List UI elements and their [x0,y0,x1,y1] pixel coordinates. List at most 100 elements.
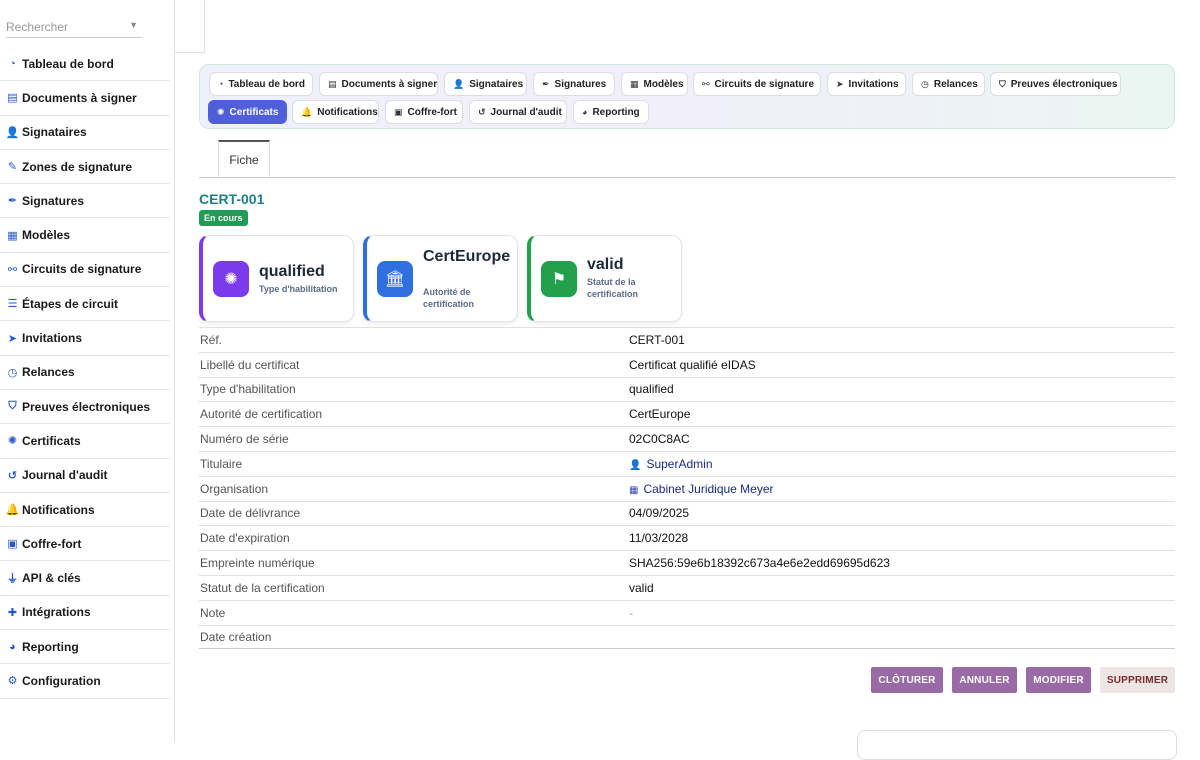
sidebar-item-label: Documents à signer [22,90,137,105]
tab-fiche[interactable]: Fiche [218,140,270,178]
edit-button-label: MODIFIER [1033,674,1084,686]
pen-icon: ✎ [7,161,18,174]
sidebar-item-signataires[interactable]: 👤 Signataires [0,116,170,150]
tab-label: Invitations [848,78,899,90]
sidebar-item-reporting[interactable]: ◕ Reporting [0,630,170,665]
dashboard-icon: ◔ [218,79,224,89]
sidebar-item-label: Journal d'audit [22,468,108,483]
table-row: Date de délivrance 04/09/2025 [199,500,1175,526]
sidebar-item-intégrations[interactable]: ✚ Intégrations [0,596,170,631]
header-corner [175,0,205,53]
sidebar-item-notifications[interactable]: 🔔 Notifications [0,493,170,528]
sidebar-item-zones-de-signature[interactable]: ✎ Zones de signature [0,150,170,185]
tab-reporting[interactable]: ◕ Reporting [573,100,649,124]
tab-label: Relances [933,78,978,90]
sidebar-item-label: Modèles [22,228,71,243]
sidebar-item-coffre-fort[interactable]: ▣ Coffre-fort [0,527,170,562]
plug-icon: ⏚ [7,573,18,586]
tab-circuits-de-signature[interactable]: ⚯ Circuits de signature [693,72,821,96]
tab-invitations[interactable]: ➤ Invitations [827,72,906,96]
tab-journal-d-audit[interactable]: ↺ Journal d'audit [469,100,567,124]
workflow-icon: ⚯ [702,78,710,89]
status-badge: En cours [199,210,248,226]
sidebar-item-journal-d-audit[interactable]: ↺ Journal d'audit [0,459,170,493]
tab-tableau-de-bord[interactable]: ◔ Tableau de bord [209,72,313,96]
tab-certificats[interactable]: ✺ Certificats [208,100,287,124]
field-value: - [629,605,633,620]
institution-icon: 🏛 [377,261,413,297]
gear-icon: ⚙ [7,675,18,688]
tab-label: Reporting [592,106,640,118]
module-tabs: ◔ Tableau de bord ▤ Documents à signer 👤 Sign… [199,64,1175,129]
cancel-button-label: ANNULER [959,674,1010,686]
tab-relances[interactable]: ◷ Relances [912,72,985,96]
templates-icon: ▦ [7,229,18,242]
sidebar-item-certificats[interactable]: ✺ Certificats [0,424,170,459]
sidebar-item-circuits-de-signature[interactable]: ⚯ Circuits de signature [0,253,170,288]
edit-button[interactable]: MODIFIER [1026,667,1091,693]
sidebar-item-label: Zones de signature [22,159,133,174]
table-row: Statut de la certification valid [199,575,1175,600]
table-row: Date création [199,624,1175,650]
field-label: Titulaire [200,456,243,471]
flag-icon: ⚑ [541,261,577,297]
cancel-button[interactable]: ANNULER [952,667,1017,693]
signature-icon: ✒ [7,195,18,208]
field-label: Organisation [200,481,269,496]
tab-preuves-électroniques[interactable]: ⛉ Preuves électroniques [990,72,1121,96]
sidebar-item-signatures[interactable]: ✒ Signatures [0,184,170,219]
sidebar-item-relances[interactable]: ◷ Relances [0,356,170,390]
field-link[interactable]: ▦ Cabinet Juridique Meyer [629,482,774,496]
chevron-down-icon[interactable]: ▼ [129,20,138,30]
sidebar-item-preuves-électroniques[interactable]: ⛉ Preuves électroniques [0,390,170,425]
field-value: 02C0C8AC [629,432,690,447]
field-link-text: SuperAdmin [646,456,713,471]
field-label: Empreinte numérique [200,556,315,571]
close-button-label: CLÔTURER [878,674,936,686]
tab-label: Circuits de signature [714,78,815,90]
field-value: CertEurope [629,407,691,422]
field-value: 04/09/2025 [629,506,690,521]
sidebar-item-label: Relances [22,365,75,380]
chart-pie-icon: ◕ [9,640,16,653]
sidebar-item-configuration[interactable]: ⚙ Configuration [0,664,170,699]
sidebar-item-label: Intégrations [22,605,91,620]
sidebar-item-documents-à-signer[interactable]: ▤ Documents à signer [0,81,170,116]
summary-card: ✺ qualified Type d'habilitation [199,235,354,322]
summary-card: ⚑ valid Statut de la certification [527,235,682,322]
delete-button-label: SUPPRIMER [1106,674,1169,686]
table-row: Réf. CERT-001 [199,327,1175,352]
delete-button[interactable]: SUPPRIMER [1100,667,1175,693]
page-title: CERT-001 [199,191,265,207]
signature-icon: ✒ [542,78,550,89]
sidebar-item-api-clés[interactable]: ⏚ API & clés [0,561,170,596]
tab-signatures[interactable]: ✒ Signatures [533,72,615,96]
search-select[interactable]: Rechercher ▼ [6,18,142,38]
sidebar-item-étapes-de-circuit[interactable]: ☰ Étapes de circuit [0,287,170,322]
bell-icon: 🔔 [5,504,20,516]
field-link[interactable]: 👤 SuperAdmin [629,457,713,471]
tab-modèles[interactable]: ▦ Modèles [621,72,688,96]
sidebar-item-label: Reporting [22,639,79,654]
sidebar-item-label: Étapes de circuit [22,296,119,311]
history-icon: ↺ [478,106,486,117]
paper-plane-icon: ➤ [7,332,18,345]
tab-signataires[interactable]: 👤 Signataires [444,72,527,96]
tab-notifications[interactable]: 🔔 Notifications [292,100,379,124]
certificate-icon: ✺ [213,261,249,297]
field-label: Autorité de certification [200,407,323,422]
sidebar-item-modèles[interactable]: ▦ Modèles [0,218,170,253]
sidebar: Rechercher ▼ ◔ Tableau de bord ▤ Documents … [0,0,175,743]
field-label: Note [200,605,226,620]
sidebar-item-label: Configuration [22,673,101,688]
sidebar-item-invitations[interactable]: ➤ Invitations [0,321,170,356]
field-label: Réf. [200,332,223,347]
table-row: Numéro de série 02C0C8AC [199,426,1175,451]
close-button[interactable]: CLÔTURER [871,667,943,693]
sidebar-item-tableau-de-bord[interactable]: ◔ Tableau de bord [0,47,170,82]
tab-documents-à-signer[interactable]: ▤ Documents à signer [319,72,438,96]
chart-pie-icon: ◕ [582,107,588,117]
sidebar-item-label: Notifications [22,502,95,517]
tab-coffre-fort[interactable]: ▣ Coffre-fort [385,100,463,124]
tab-label: Notifications [317,106,378,118]
